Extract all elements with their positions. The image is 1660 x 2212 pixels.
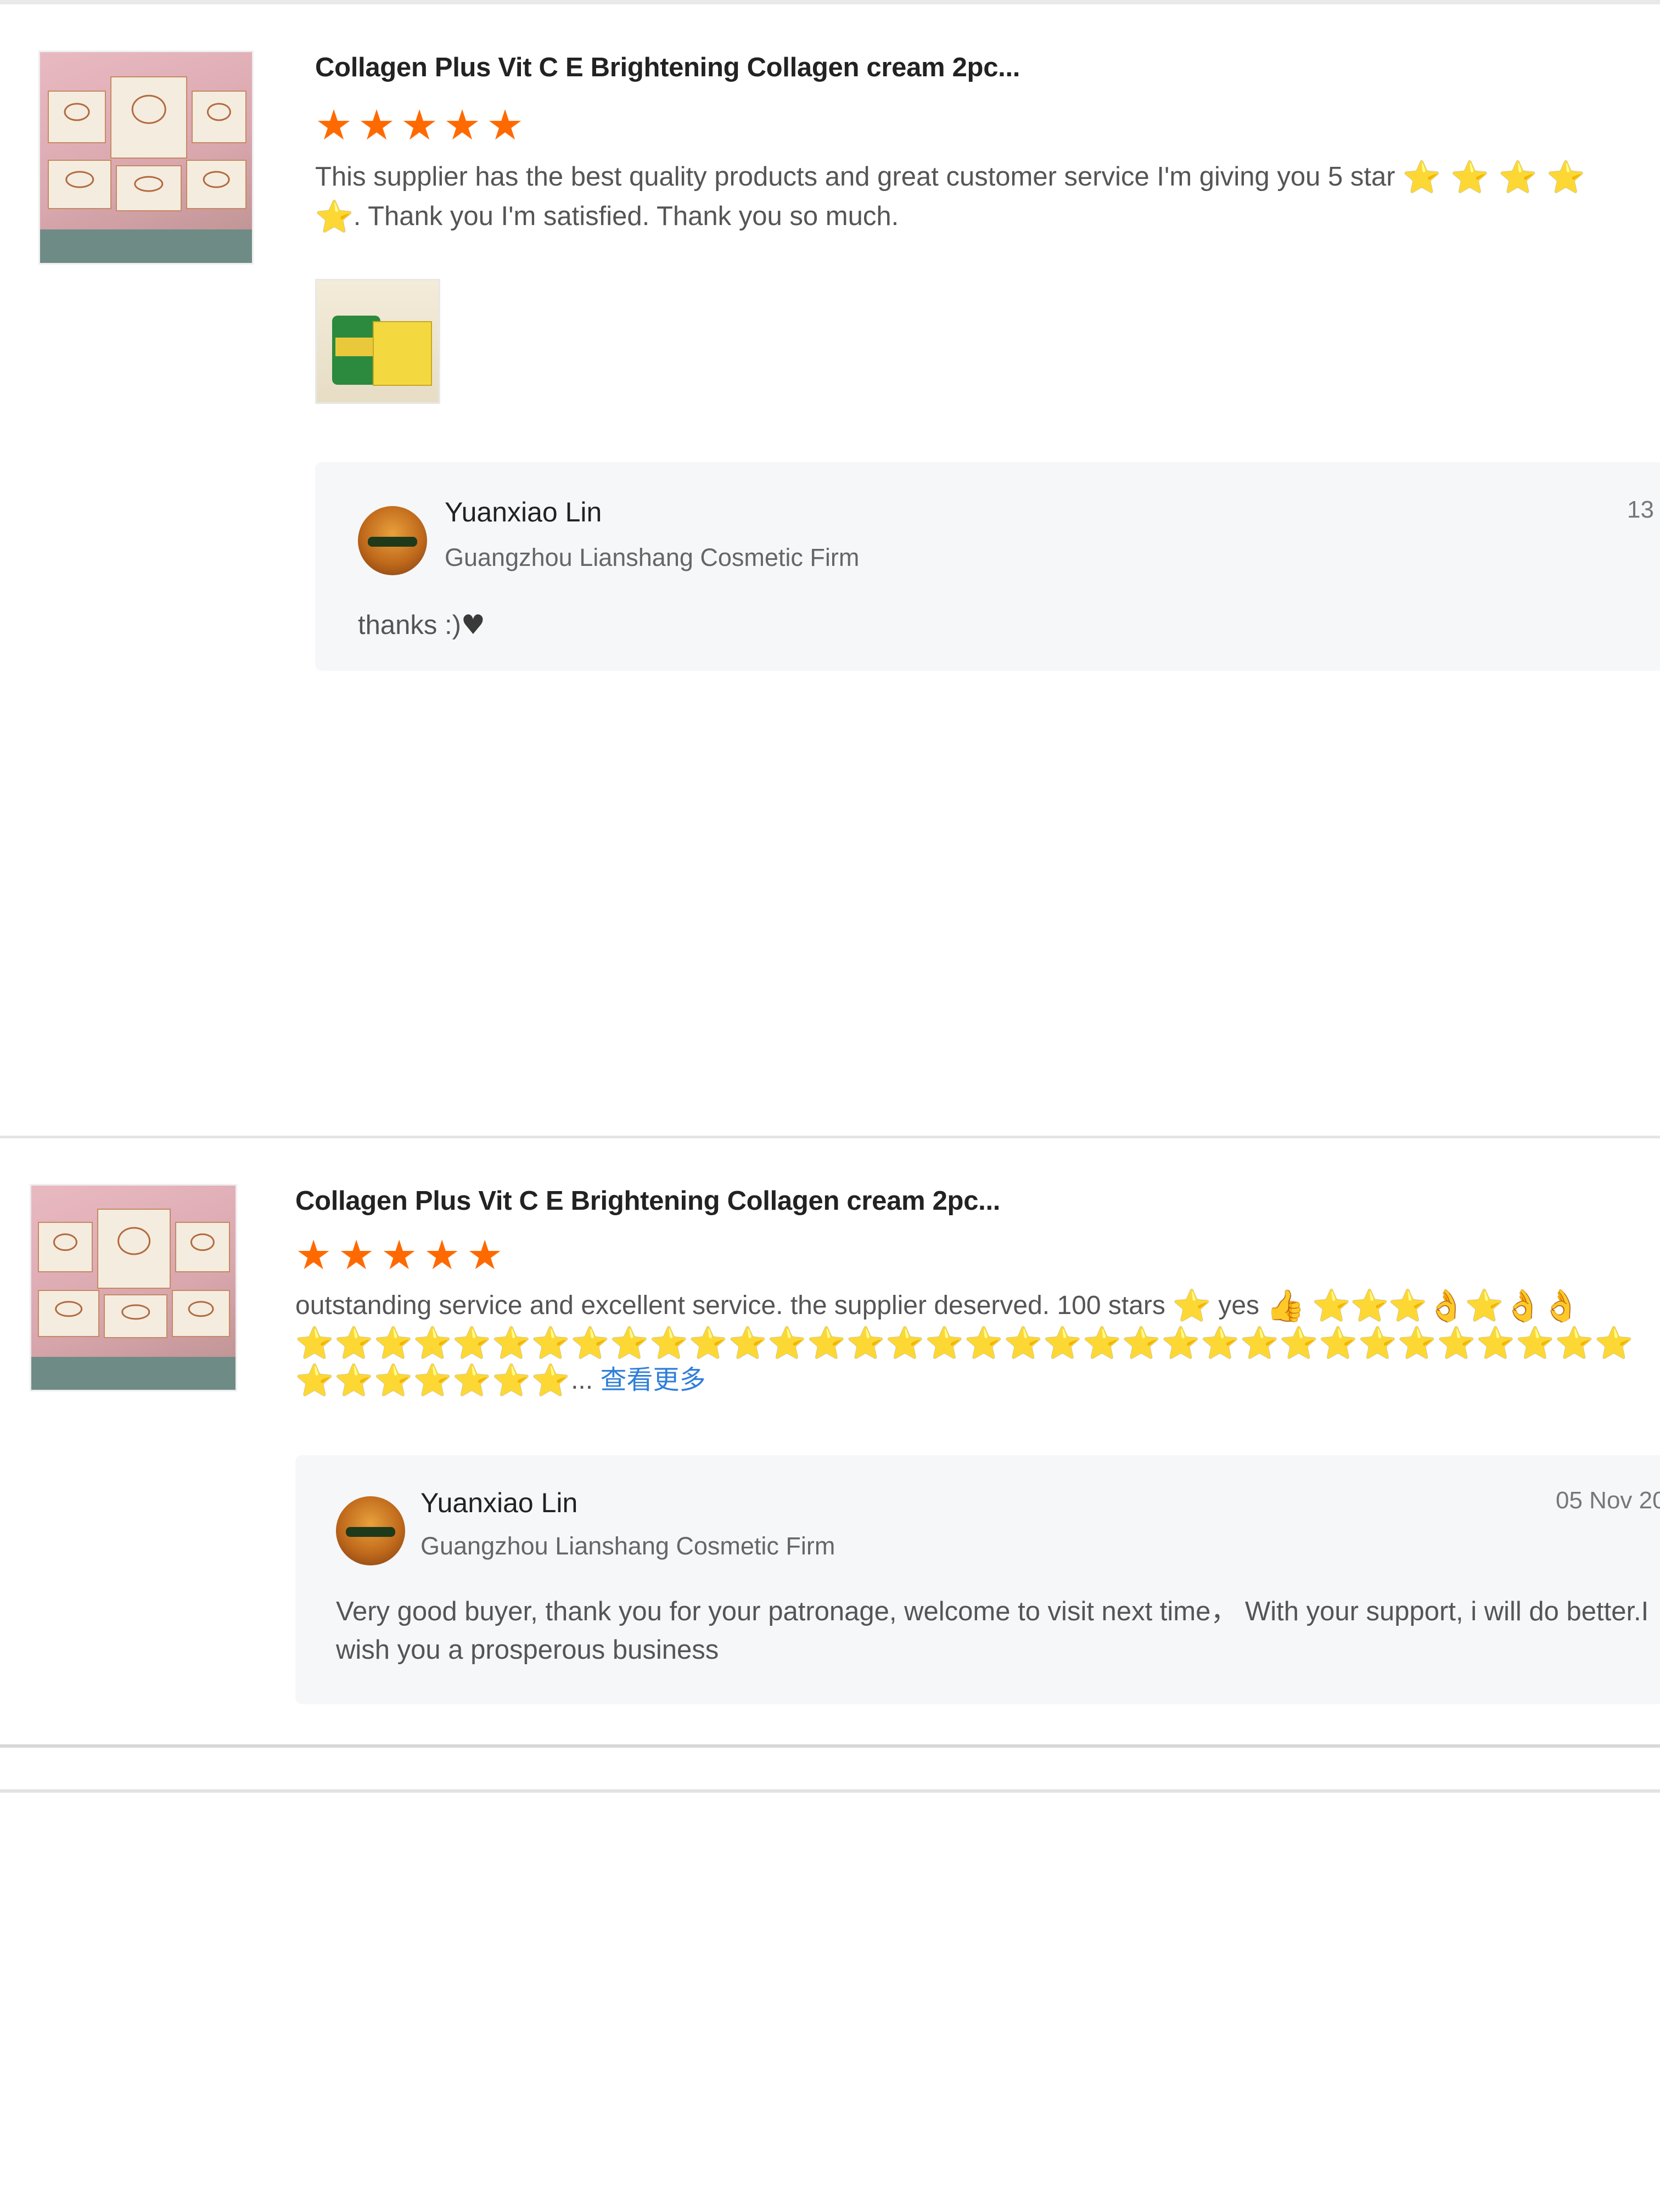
heart-icon: ♥	[461, 609, 485, 641]
product-title[interactable]: Collagen Plus Vit C E Brightening Collag…	[315, 49, 1660, 86]
review-photo[interactable]	[315, 279, 440, 404]
star-emoji-row-icon: ⭐⭐⭐⭐⭐⭐⭐	[295, 1363, 571, 1399]
review-text-yes: yes	[1218, 1291, 1260, 1320]
star-icon: ★	[381, 1232, 418, 1279]
divider	[0, 1136, 1660, 1138]
seller-avatar	[336, 1496, 405, 1565]
star-icon: ★	[295, 1232, 332, 1279]
star-icon: ★	[444, 100, 481, 149]
star-icon: ★	[315, 100, 353, 149]
star-icon: ★	[467, 1232, 503, 1279]
reply-date: 05 Nov 20	[1556, 1487, 1660, 1514]
reply-text: Very good buyer, thank you for your patr…	[336, 1597, 1649, 1665]
divider	[0, 0, 1660, 4]
rating-stars: ★ ★ ★ ★ ★	[315, 100, 1660, 149]
reply-date: 13	[1627, 496, 1654, 523]
reply-text: thanks :)♥	[358, 606, 485, 644]
star-emoji-row-icon: ⭐⭐⭐⭐⭐⭐⭐⭐⭐⭐⭐⭐⭐⭐⭐⭐⭐⭐⭐⭐⭐⭐⭐⭐⭐⭐⭐⭐⭐⭐⭐⭐⭐⭐	[295, 1326, 1634, 1361]
seller-reply: Yuanxiao Lin Guangzhou Lianshang Cosmeti…	[315, 462, 1660, 671]
review-text: This supplier has the best quality produ…	[315, 157, 1660, 236]
star-emoji-icon: ⭐	[315, 199, 354, 235]
review-text-body: outstanding service and excellent servic…	[295, 1291, 1165, 1320]
star-icon: ★	[338, 1232, 375, 1279]
product-thumbnail[interactable]	[30, 1184, 237, 1391]
seller-reply: Yuanxiao Lin Guangzhou Lianshang Cosmeti…	[295, 1455, 1660, 1704]
seller-shop-name[interactable]: Guangzhou Lianshang Cosmetic Firm	[445, 543, 859, 572]
star-icon: ★	[486, 100, 524, 149]
text-ellipsis: ...	[571, 1366, 593, 1395]
seller-avatar	[358, 506, 427, 575]
seller-shop-name[interactable]: Guangzhou Lianshang Cosmetic Firm	[420, 1532, 835, 1560]
reply-text-body: thanks :)	[358, 610, 461, 640]
thumbs-up-emoji-icon: 👍	[1266, 1288, 1305, 1324]
star-icon: ★	[401, 100, 439, 149]
review-text: outstanding service and excellent servic…	[295, 1287, 1660, 1399]
star-emoji-icon: ⭐ ⭐ ⭐ ⭐	[1403, 160, 1585, 195]
star-emoji-icon: ⭐	[1173, 1288, 1211, 1324]
star-icon: ★	[358, 100, 396, 149]
divider	[0, 1789, 1660, 1793]
product-title[interactable]: Collagen Plus Vit C E Brightening Collag…	[295, 1183, 1660, 1219]
rating-stars: ★ ★ ★ ★ ★	[295, 1232, 1660, 1279]
seller-name: Yuanxiao Lin	[420, 1487, 578, 1518]
review-text-continued: . Thank you I'm satisfied. Thank you so …	[353, 201, 899, 231]
reviews-page: Collagen Plus Vit C E Brightening Collag…	[0, 0, 1660, 2212]
divider	[0, 1744, 1660, 1748]
review-text-body: This supplier has the best quality produ…	[315, 162, 1395, 192]
product-thumbnail[interactable]	[38, 50, 254, 265]
star-icon: ★	[424, 1232, 461, 1279]
seller-name: Yuanxiao Lin	[445, 497, 602, 527]
review-content: Collagen Plus Vit C E Brightening Collag…	[315, 49, 1660, 404]
emoji-sequence-icon: ⭐⭐⭐👌⭐👌👌	[1312, 1288, 1580, 1324]
review-content: Collagen Plus Vit C E Brightening Collag…	[295, 1183, 1660, 1399]
see-more-link[interactable]: 查看更多	[600, 1366, 705, 1395]
